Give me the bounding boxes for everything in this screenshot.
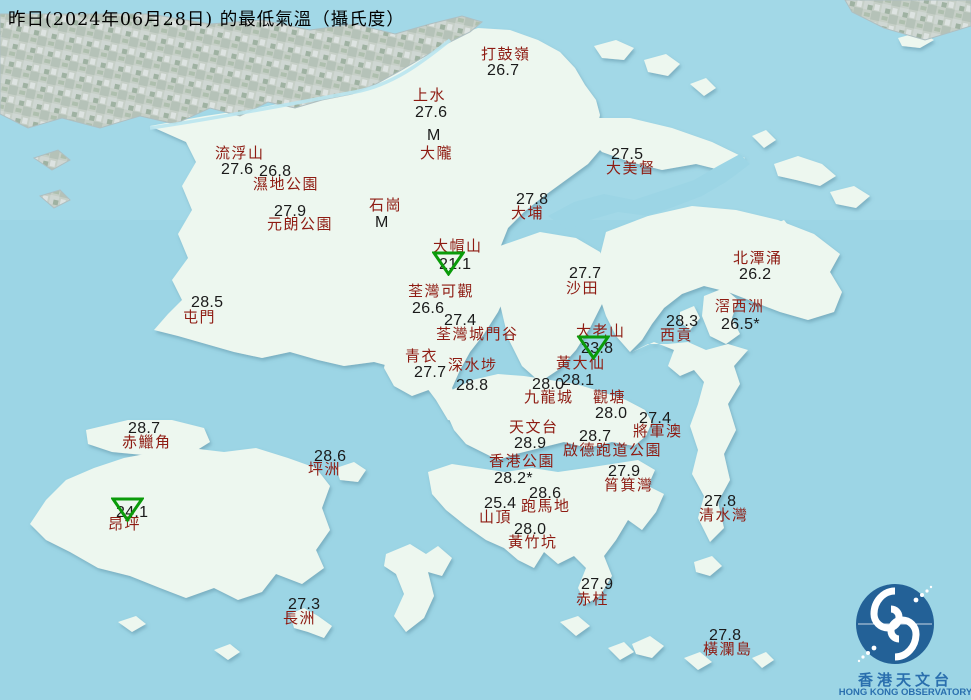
station-label: 西貢 [660, 328, 693, 343]
hko-logo: 香港天文台 HONG KONG OBSERVATORY [840, 560, 971, 700]
station-value: 25.4 [484, 496, 516, 512]
station-value: 28.8 [456, 378, 488, 394]
station-label: 香港公園 [489, 454, 555, 469]
station-label: 北潭涌 [733, 251, 783, 266]
station-value: 28.0 [532, 377, 564, 393]
station-label: 觀塘 [593, 390, 626, 405]
station-value: 26.8 [259, 164, 291, 180]
station-value: 27.9 [274, 204, 306, 220]
extreme-low-marker-icon [432, 251, 465, 276]
station-value: 27.8 [704, 494, 736, 510]
station-label: 赤鱲角 [122, 435, 172, 450]
map-title: 昨日(2024年06月28日) 的最低氣溫（攝氏度） [8, 6, 405, 31]
station-label: 啟德跑道公園 [563, 443, 662, 458]
station-label: 橫瀾島 [703, 642, 753, 657]
station-label: 赤柱 [576, 592, 609, 607]
station-value: 27.6 [221, 162, 253, 178]
station-value: 28.2* [494, 471, 533, 487]
station-value: 28.9 [514, 436, 546, 452]
station-label: 滘西洲 [715, 299, 765, 314]
station-value: 26.5* [721, 317, 760, 333]
station-value: M [427, 128, 441, 144]
station-label: 荃灣可觀 [408, 284, 474, 299]
station-value: 27.8 [709, 628, 741, 644]
station-label: 沙田 [566, 281, 599, 296]
station-label: 流浮山 [215, 146, 265, 161]
station-value: 28.0 [514, 522, 546, 538]
station-value: 27.5 [611, 147, 643, 163]
station-value: 28.6 [529, 486, 561, 502]
station-value: 27.4 [444, 313, 476, 329]
station-label: 天文台 [509, 420, 559, 435]
station-label: 屯門 [183, 310, 216, 325]
station-value: 27.9 [608, 464, 640, 480]
station-value: 28.0 [595, 406, 627, 422]
station-value: 26.2 [739, 267, 771, 283]
station-value: 27.8 [516, 192, 548, 208]
station-value: 28.7 [128, 421, 160, 437]
station-value: 26.7 [487, 63, 519, 79]
extreme-low-marker-icon [577, 335, 610, 360]
stations-layer: 打鼓嶺26.7上水27.6大隴M流浮山27.6濕地公園26.8元朗公園27.9石… [0, 0, 971, 700]
station-label: 大埔 [511, 206, 544, 221]
station-label: 長洲 [283, 611, 316, 626]
station-label: 大隴 [420, 146, 453, 161]
station-value: 26.6 [412, 301, 444, 317]
station-value: 27.4 [639, 411, 671, 427]
station-label: 山頂 [479, 510, 512, 525]
station-value: 27.7 [569, 266, 601, 282]
station-label: 上水 [413, 88, 446, 103]
weather-map-canvas: 昨日(2024年06月28日) 的最低氣溫（攝氏度） 打鼓嶺26.7 上水 27.6… [0, 0, 971, 700]
station-label: 石崗 [369, 198, 402, 213]
station-value: 27.7 [414, 365, 446, 381]
station-label: 深水埗 [448, 358, 498, 373]
station-value: 28.6 [314, 449, 346, 465]
station-value: 28.7 [579, 429, 611, 445]
station-value: 27.9 [581, 577, 613, 593]
station-label: 大美督 [606, 161, 656, 176]
station-value: M [375, 215, 389, 231]
station-value: 27.6 [415, 105, 447, 121]
station-label: 清水灣 [699, 508, 749, 523]
hko-logo-icon [840, 560, 971, 670]
station-label: 打鼓嶺 [481, 47, 531, 62]
extreme-low-marker-icon [111, 497, 144, 522]
station-label: 青衣 [405, 349, 438, 364]
station-value: 28.1 [562, 373, 594, 389]
station-value: 27.3 [288, 597, 320, 613]
station-label: 荃灣城門谷 [436, 327, 519, 342]
station-value: 28.5 [191, 295, 223, 311]
station-label: 筲箕灣 [604, 478, 654, 493]
hko-logo-english: HONG KONG OBSERVATORY [838, 687, 971, 698]
station-value: 28.3 [666, 314, 698, 330]
